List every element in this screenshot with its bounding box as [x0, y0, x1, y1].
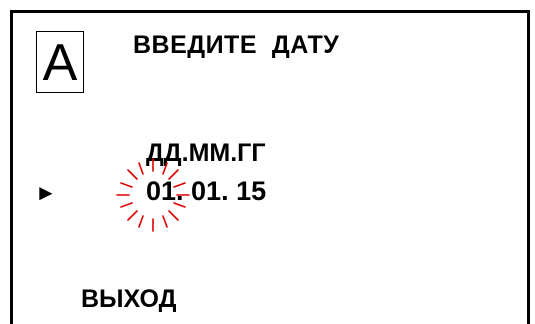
mode-indicator: A: [36, 31, 84, 93]
screen-title: ВВЕДИТЕ ДАТУ: [133, 31, 340, 59]
lcd-screen: A ВВЕДИТЕ ДАТУ ДД.ММ.ГГ ► 01. 01. 15 ВЫХ…: [10, 10, 530, 324]
exit-menu-item[interactable]: ВЫХОД: [81, 285, 176, 314]
date-format-label: ДД.ММ.ГГ: [146, 139, 266, 167]
date-input-field[interactable]: 01. 01. 15: [146, 176, 266, 207]
selection-cursor-icon: ►: [35, 180, 57, 205]
